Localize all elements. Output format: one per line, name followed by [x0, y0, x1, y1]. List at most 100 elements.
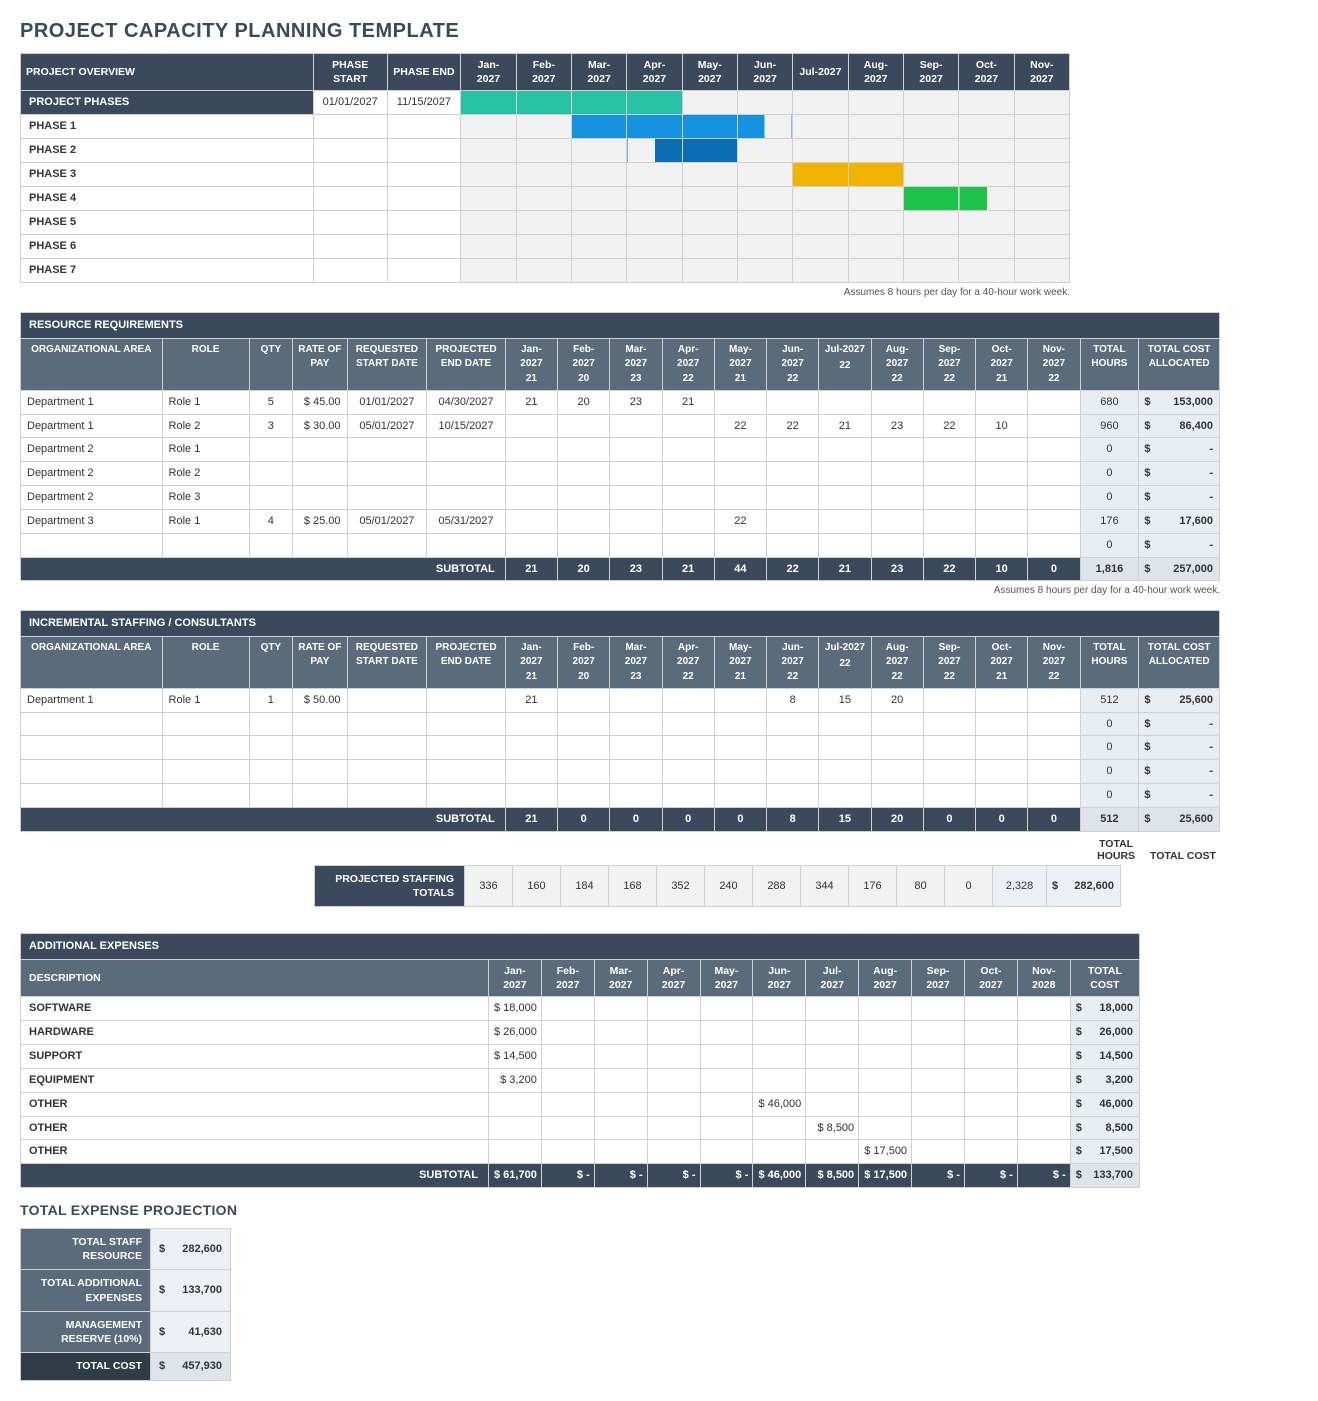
- cell-proj[interactable]: [427, 462, 506, 486]
- cell-month[interactable]: [714, 486, 766, 510]
- exp-month[interactable]: [806, 1092, 859, 1116]
- cell-proj[interactable]: [427, 760, 506, 784]
- exp-month[interactable]: [806, 1068, 859, 1092]
- cell-month[interactable]: [662, 414, 714, 438]
- exp-month[interactable]: [541, 1021, 594, 1045]
- ov-start[interactable]: [313, 211, 387, 235]
- cell-month[interactable]: [767, 760, 819, 784]
- cell-proj[interactable]: 04/30/2027: [427, 390, 506, 414]
- cell-month[interactable]: [558, 533, 610, 557]
- ov-end[interactable]: [387, 163, 461, 187]
- ov-start[interactable]: [313, 235, 387, 259]
- cell-req[interactable]: [347, 736, 427, 760]
- cell-month[interactable]: [976, 688, 1028, 712]
- exp-month[interactable]: [753, 997, 806, 1021]
- cell-month[interactable]: [505, 509, 557, 533]
- exp-month[interactable]: [1017, 997, 1070, 1021]
- cell-month[interactable]: [1028, 462, 1080, 486]
- exp-desc[interactable]: SOFTWARE: [21, 997, 489, 1021]
- cell-role[interactable]: Role 3: [162, 486, 249, 510]
- cell-month[interactable]: [558, 760, 610, 784]
- cell-month[interactable]: [976, 533, 1028, 557]
- cell-month[interactable]: [923, 533, 975, 557]
- cell-qty[interactable]: [249, 438, 293, 462]
- cell-role[interactable]: Role 1: [162, 390, 249, 414]
- cell-month[interactable]: 21: [819, 414, 871, 438]
- exp-month[interactable]: [488, 1116, 541, 1140]
- cell-month[interactable]: [1028, 509, 1080, 533]
- cell-month[interactable]: [871, 760, 923, 784]
- cell-role[interactable]: Role 2: [162, 462, 249, 486]
- cell-month[interactable]: [662, 533, 714, 557]
- cell-month[interactable]: [871, 712, 923, 736]
- exp-month[interactable]: $ 46,000: [753, 1092, 806, 1116]
- exp-month[interactable]: [488, 1140, 541, 1164]
- cell-proj[interactable]: [427, 438, 506, 462]
- cell-req[interactable]: 05/01/2027: [347, 509, 427, 533]
- cell-rate[interactable]: $ 25.00: [293, 509, 347, 533]
- exp-month[interactable]: [964, 1068, 1017, 1092]
- exp-month[interactable]: [859, 1021, 912, 1045]
- cell-role[interactable]: Role 1: [162, 688, 249, 712]
- cell-qty[interactable]: 4: [249, 509, 293, 533]
- exp-month[interactable]: [964, 1140, 1017, 1164]
- cell-month[interactable]: [1028, 533, 1080, 557]
- cell-month[interactable]: [714, 784, 766, 808]
- cell-month[interactable]: 8: [767, 688, 819, 712]
- cell-month[interactable]: [662, 688, 714, 712]
- exp-month[interactable]: [964, 1045, 1017, 1069]
- cell-month[interactable]: [871, 438, 923, 462]
- cell-month[interactable]: [1028, 414, 1080, 438]
- exp-month[interactable]: [806, 1140, 859, 1164]
- cell-month[interactable]: [923, 712, 975, 736]
- cell-month[interactable]: 23: [871, 414, 923, 438]
- exp-month[interactable]: [806, 997, 859, 1021]
- exp-month[interactable]: [912, 1092, 965, 1116]
- cell-month[interactable]: [558, 736, 610, 760]
- cell-oa[interactable]: [21, 784, 163, 808]
- cell-proj[interactable]: 05/31/2027: [427, 509, 506, 533]
- cell-month[interactable]: [1028, 784, 1080, 808]
- cell-month[interactable]: [558, 462, 610, 486]
- exp-month[interactable]: $ 8,500: [806, 1116, 859, 1140]
- cell-month[interactable]: [610, 736, 662, 760]
- cell-month[interactable]: [610, 509, 662, 533]
- cell-proj[interactable]: [427, 486, 506, 510]
- cell-month[interactable]: [505, 462, 557, 486]
- cell-req[interactable]: [347, 712, 427, 736]
- cell-month[interactable]: 21: [505, 688, 557, 712]
- cell-month[interactable]: [714, 462, 766, 486]
- cell-month[interactable]: [819, 438, 871, 462]
- cell-month[interactable]: [976, 712, 1028, 736]
- cell-month[interactable]: [767, 533, 819, 557]
- cell-month[interactable]: [819, 390, 871, 414]
- ov-end[interactable]: [387, 187, 461, 211]
- cell-role[interactable]: [162, 712, 249, 736]
- cell-month[interactable]: [976, 760, 1028, 784]
- cell-rate[interactable]: $ 30.00: [293, 414, 347, 438]
- cell-month[interactable]: [558, 486, 610, 510]
- cell-month[interactable]: [505, 760, 557, 784]
- exp-month[interactable]: [700, 1068, 753, 1092]
- cell-role[interactable]: [162, 760, 249, 784]
- cell-month[interactable]: [714, 438, 766, 462]
- cell-oa[interactable]: [21, 760, 163, 784]
- cell-month[interactable]: 22: [767, 414, 819, 438]
- cell-qty[interactable]: 3: [249, 414, 293, 438]
- ov-end[interactable]: [387, 139, 461, 163]
- exp-month[interactable]: [753, 1045, 806, 1069]
- ov-end[interactable]: [387, 259, 461, 283]
- ov-start[interactable]: [313, 187, 387, 211]
- cell-month[interactable]: [767, 462, 819, 486]
- cell-month[interactable]: [505, 784, 557, 808]
- cell-month[interactable]: [505, 533, 557, 557]
- exp-month[interactable]: $ 17,500: [859, 1140, 912, 1164]
- cell-month[interactable]: [505, 486, 557, 510]
- cell-month[interactable]: [1028, 438, 1080, 462]
- exp-month[interactable]: [700, 1021, 753, 1045]
- cell-req[interactable]: [347, 462, 427, 486]
- cell-month[interactable]: [923, 462, 975, 486]
- cell-month[interactable]: [819, 509, 871, 533]
- exp-month[interactable]: $ 18,000: [488, 997, 541, 1021]
- exp-month[interactable]: [806, 1045, 859, 1069]
